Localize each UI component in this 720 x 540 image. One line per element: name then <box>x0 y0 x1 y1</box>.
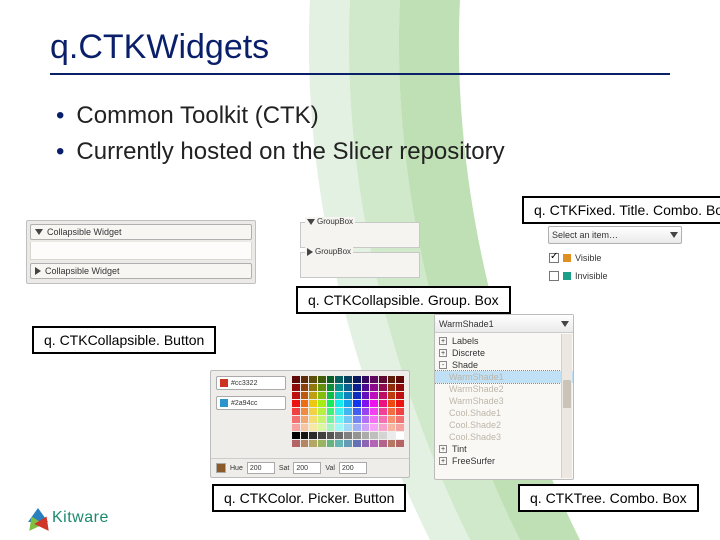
chevron-down-icon <box>35 229 43 235</box>
tree-list[interactable]: +Labels+Discrete-ShadeWarmShade1WarmShad… <box>435 333 573 479</box>
label-collapsible-group: q. CTKCollapsible. Group. Box <box>296 286 511 314</box>
label-collapsible-button: q. CTKCollapsible. Button <box>32 326 216 354</box>
collapsible-label: Collapsible Widget <box>45 266 120 276</box>
bullet-item: Currently hosted on the Slicer repositor… <box>56 137 680 167</box>
tree-item[interactable]: Cool.Shade2 <box>435 419 573 431</box>
scrollbar[interactable] <box>561 334 572 478</box>
tree-item[interactable]: Cool.Shade1 <box>435 407 573 419</box>
label-color-picker: q. CTKColor. Picker. Button <box>212 484 406 512</box>
groupbox-caption[interactable]: GroupBox <box>305 247 353 256</box>
tree-item[interactable]: +Discrete <box>435 347 573 359</box>
chevron-down-icon <box>307 219 315 225</box>
collapsible-label: Collapsible Widget <box>47 227 122 237</box>
chevron-down-icon <box>561 321 569 327</box>
label-tree-combo: q. CTKTree. Combo. Box <box>518 484 699 512</box>
chevron-down-icon <box>670 232 678 238</box>
color-chip[interactable]: #cc3322 <box>216 376 286 390</box>
combo-box[interactable]: WarmShade1 <box>435 315 573 333</box>
slide-title: q.CTKWidgets <box>50 28 670 75</box>
collapsible-header[interactable]: Collapsible Widget <box>30 224 252 240</box>
hue-spin[interactable]: 200 <box>247 462 275 474</box>
collapsible-header[interactable]: Collapsible Widget <box>30 263 252 279</box>
label-fixed-title-combo: q. CTKFixed. Title. Combo. Box <box>522 196 720 224</box>
bullet-list: Common Toolkit (CTK) Currently hosted on… <box>56 101 680 167</box>
widget-collapsible-button: Collapsible Widget Collapsible Widget <box>26 220 256 284</box>
color-grid[interactable] <box>292 376 404 453</box>
tree-item[interactable]: +Tint <box>435 443 573 455</box>
tree-item[interactable]: +Labels <box>435 335 573 347</box>
combo-box[interactable]: Select an item… <box>548 226 682 244</box>
color-chip[interactable]: #2a94cc <box>216 396 286 410</box>
current-color-swatch <box>216 463 226 473</box>
widget-fixed-title-combo: Select an item… Visible Invisible <box>548 226 682 296</box>
groupbox-caption[interactable]: GroupBox <box>305 217 355 226</box>
bullet-item: Common Toolkit (CTK) <box>56 101 680 131</box>
combo-placeholder: Select an item… <box>552 230 618 240</box>
tree-item[interactable]: WarmShade2 <box>435 383 573 395</box>
widget-color-picker: #cc3322 #2a94cc Hue200 Sat200 Val200 <box>210 370 410 478</box>
widget-groupbox: GroupBox GroupBox <box>300 222 420 286</box>
tree-item[interactable]: Cool.Shade3 <box>435 431 573 443</box>
kitware-logo: Kitware <box>26 506 109 530</box>
chevron-right-icon <box>307 248 313 256</box>
widget-tree-combo: WarmShade1 +Labels+Discrete-ShadeWarmSha… <box>434 314 574 480</box>
checkbox-visible[interactable]: Visible <box>548 250 682 266</box>
tree-item[interactable]: WarmShade1 <box>435 371 573 383</box>
val-spin[interactable]: 200 <box>339 462 367 474</box>
tree-item[interactable]: +FreeSurfer <box>435 455 573 467</box>
tree-item[interactable]: -Shade <box>435 359 573 371</box>
chevron-right-icon <box>35 267 41 275</box>
tree-item[interactable]: WarmShade3 <box>435 395 573 407</box>
sat-spin[interactable]: 200 <box>293 462 321 474</box>
checkbox-invisible[interactable]: Invisible <box>548 268 682 284</box>
